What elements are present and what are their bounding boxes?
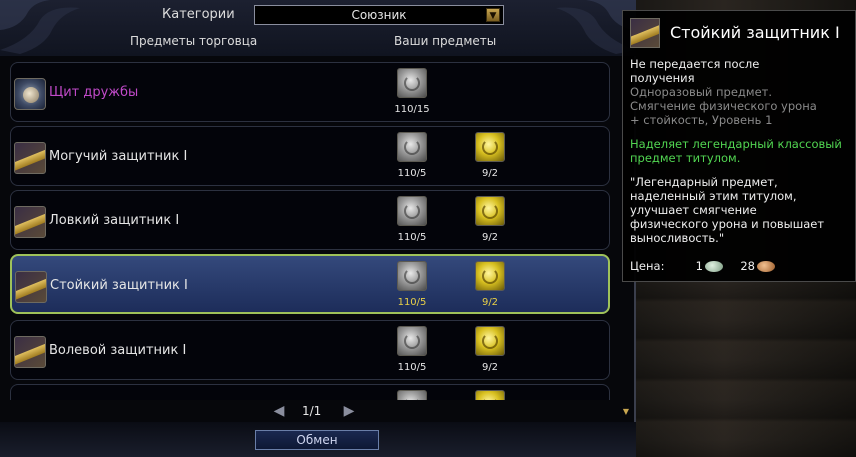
title-scroll-icon [14, 336, 46, 368]
trade-item-list: Щит дружбы 110/15 Могучий защитник I 110… [10, 60, 610, 400]
item-name: Ловкий защитник I [49, 213, 180, 228]
item-name: Могучий защитник I [49, 149, 188, 164]
trade-window: Категории Союзник ▼ Предметы торговца Ва… [0, 0, 636, 457]
silver-token-icon [397, 196, 427, 226]
silver-token-icon [397, 326, 427, 356]
price-copper-value: 28 [740, 259, 755, 273]
tooltip-quote-line2: наделенный этим титулом, [630, 189, 797, 203]
gold-token-icon [475, 326, 505, 356]
tooltip-quote-line4: физического урона и повышает [630, 217, 825, 231]
item-name: Волевой защитник I [49, 343, 187, 358]
tooltip-title: Стойкий защитник I [670, 23, 840, 42]
tooltip-green-line2: предмет титулом. [630, 151, 741, 165]
gold-token-count: 9/2 [481, 232, 499, 243]
copper-coin-icon [757, 261, 775, 272]
category-selected-value: Союзник [351, 8, 407, 22]
pagination: ◀ 1/1 ▶ [270, 402, 360, 420]
item-name: Стойкий защитник I [50, 278, 188, 293]
tooltip-desc-line2: Смягчение физического урона [630, 99, 817, 113]
price-silver-value: 1 [695, 259, 703, 273]
tooltip-quote-line1: "Легендарный предмет, [630, 175, 778, 189]
tooltip-bind-line1: Не передается после [630, 57, 760, 71]
column-your-items: Ваши предметы [394, 34, 497, 48]
price-label: Цена: [630, 259, 665, 273]
next-page-icon[interactable]: ▶ [340, 403, 358, 419]
silver-coin-icon [705, 261, 723, 272]
scroll-down-arrow-icon[interactable]: ▼ [622, 407, 630, 417]
silver-token-icon [397, 68, 427, 98]
silver-token-icon [397, 390, 427, 400]
tooltip-quote-line3: улучшает смягчение [630, 203, 757, 217]
trade-row-steadfast-defender[interactable]: Стойкий защитник I 110/5 9/2 [10, 254, 610, 314]
category-dropdown[interactable]: Союзник ▼ [254, 5, 504, 25]
exchange-button[interactable]: Обмен [255, 430, 379, 450]
prev-page-icon[interactable]: ◀ [270, 403, 288, 419]
gold-token-icon [475, 390, 505, 400]
trade-row-partial[interactable] [10, 384, 610, 400]
item-name: Щит дружбы [49, 85, 139, 100]
silver-token-icon [397, 261, 427, 291]
tooltip-quote-line5: выносливость." [630, 231, 725, 245]
page-indicator: 1/1 [302, 404, 322, 418]
silver-token-count: 110/5 [397, 168, 427, 179]
ornament-left-icon [0, 0, 80, 54]
title-scroll-icon [630, 18, 660, 48]
gold-token-icon [475, 132, 505, 162]
chevron-down-icon[interactable]: ▼ [486, 8, 500, 22]
silver-token-count: 110/5 [397, 362, 427, 373]
column-merchant-items: Предметы торговца [130, 34, 258, 48]
tooltip-bind-line2: получения [630, 71, 695, 85]
trade-row-shield-of-friendship[interactable]: Щит дружбы 110/15 [10, 62, 610, 122]
title-scroll-icon [14, 142, 46, 174]
title-scroll-icon [15, 271, 47, 303]
tooltip-desc-line1: Одноразовый предмет. [630, 85, 772, 99]
trade-row-agile-defender[interactable]: Ловкий защитник I 110/5 9/2 [10, 190, 610, 250]
trade-header: Категории Союзник ▼ Предметы торговца Ва… [0, 0, 636, 56]
gold-token-icon [475, 196, 505, 226]
title-scroll-icon [14, 206, 46, 238]
gold-token-count: 9/2 [481, 297, 499, 308]
silver-token-count: 110/5 [397, 232, 427, 243]
shield-icon [14, 78, 46, 110]
silver-token-icon [397, 132, 427, 162]
trade-row-willful-defender[interactable]: Волевой защитник I 110/5 9/2 [10, 320, 610, 380]
gold-token-count: 9/2 [481, 362, 499, 373]
gold-token-icon [475, 261, 505, 291]
tooltip-green-line1: Наделяет легендарный классовый [630, 137, 842, 151]
silver-token-count: 110/5 [397, 297, 427, 308]
categories-label: Категории [162, 7, 235, 22]
trade-row-mighty-defender[interactable]: Могучий защитник I 110/5 9/2 [10, 126, 610, 186]
item-tooltip: Стойкий защитник I Не передается после п… [622, 10, 856, 282]
tooltip-desc-line3: + стойкость, Уровень 1 [630, 113, 773, 127]
silver-token-count: 110/15 [394, 104, 430, 115]
ornament-right-icon [556, 0, 636, 54]
gold-token-count: 9/2 [481, 168, 499, 179]
